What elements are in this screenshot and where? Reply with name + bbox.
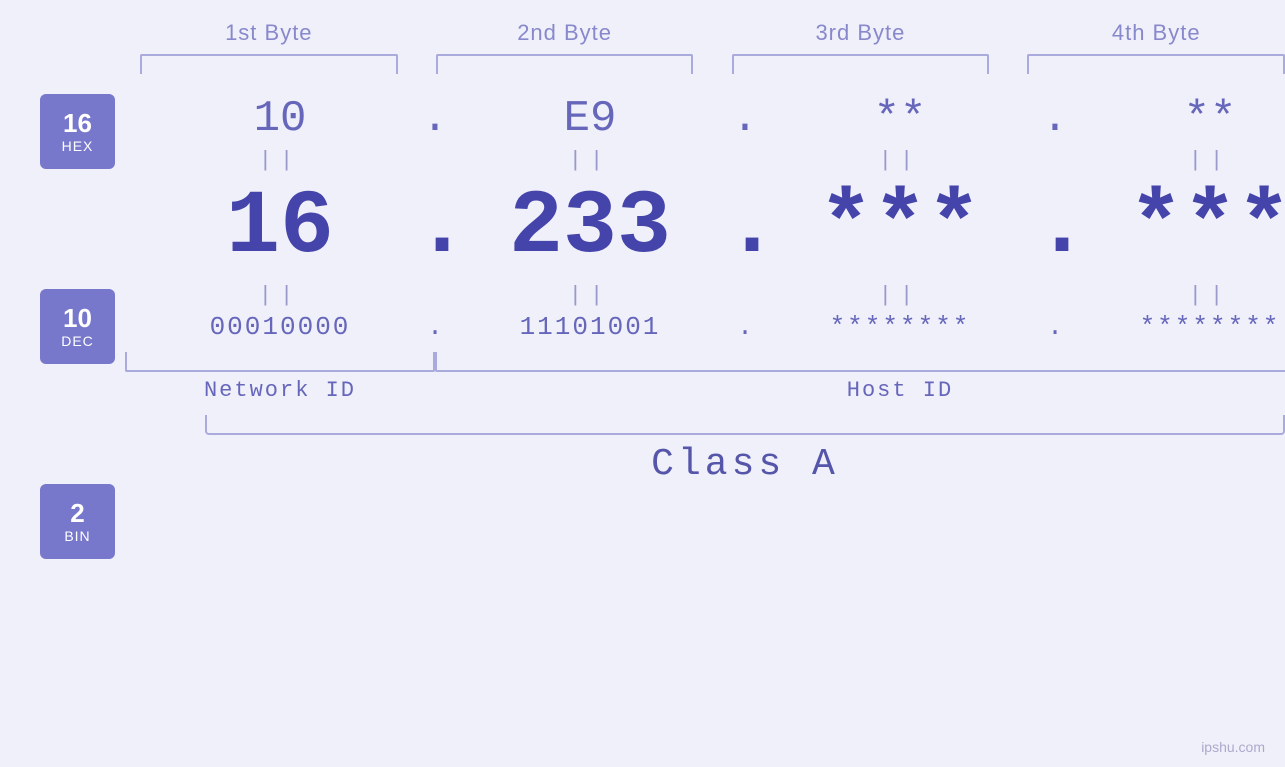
hex-byte3: ** bbox=[765, 94, 1035, 144]
dec-byte4: *** bbox=[1075, 183, 1285, 273]
byte4-header: 4th Byte bbox=[1027, 20, 1285, 46]
hex-byte1: 10 bbox=[145, 94, 415, 144]
top-brackets bbox=[0, 54, 1285, 74]
bin-badge-number: 2 bbox=[70, 499, 84, 528]
host-bottom-bracket bbox=[435, 352, 1285, 372]
bin-dot3: . bbox=[1035, 312, 1075, 342]
outer-bracket-container: Class A bbox=[205, 415, 1285, 486]
dec-byte3: *** bbox=[765, 183, 1035, 273]
dec-dot1: . bbox=[415, 177, 455, 279]
bin-byte2: 11101001 bbox=[455, 312, 725, 342]
hex-badge-number: 16 bbox=[63, 109, 92, 138]
bottom-brackets bbox=[125, 352, 1285, 372]
bin-byte1: 00010000 bbox=[145, 312, 415, 342]
hex-byte4: ** bbox=[1075, 94, 1285, 144]
hex-badge: 16 HEX bbox=[40, 94, 115, 169]
dec-badge-label: DEC bbox=[61, 333, 94, 349]
byte2-header: 2nd Byte bbox=[436, 20, 694, 46]
main-container: 1st Byte 2nd Byte 3rd Byte 4th Byte 16 H… bbox=[0, 0, 1285, 767]
eq1-b1: || bbox=[145, 148, 415, 173]
main-content: 16 HEX 10 DEC 2 BIN 10 . E9 . ** . ** bbox=[0, 94, 1285, 559]
badges-column: 16 HEX 10 DEC 2 BIN bbox=[40, 94, 115, 559]
eq2-b4: || bbox=[1075, 283, 1285, 308]
dec-dot2: . bbox=[725, 177, 765, 279]
bin-byte3: ******** bbox=[765, 312, 1035, 342]
bracket-byte1 bbox=[140, 54, 398, 74]
network-bottom-bracket bbox=[125, 352, 435, 372]
bin-byte4: ******** bbox=[1075, 312, 1285, 342]
data-section: 10 . E9 . ** . ** || || || || 16 bbox=[125, 94, 1285, 486]
hex-dot1: . bbox=[415, 94, 455, 144]
hex-data-row: 10 . E9 . ** . ** bbox=[125, 94, 1285, 144]
dec-badge: 10 DEC bbox=[40, 289, 115, 364]
bin-dot1: . bbox=[415, 312, 455, 342]
bracket-byte3 bbox=[732, 54, 990, 74]
hex-dot3: . bbox=[1035, 94, 1075, 144]
network-id-label: Network ID bbox=[125, 378, 435, 403]
bracket-byte4 bbox=[1027, 54, 1285, 74]
bin-badge-label: BIN bbox=[64, 528, 90, 544]
equals-row-1: || || || || bbox=[125, 148, 1285, 173]
eq2-b3: || bbox=[765, 283, 1035, 308]
network-host-labels: Network ID Host ID bbox=[125, 378, 1285, 403]
bin-dot2: . bbox=[725, 312, 765, 342]
hex-dot2: . bbox=[725, 94, 765, 144]
byte3-header: 3rd Byte bbox=[732, 20, 990, 46]
watermark: ipshu.com bbox=[1201, 739, 1265, 755]
outer-bottom-bracket bbox=[205, 415, 1285, 435]
eq1-b4: || bbox=[1075, 148, 1285, 173]
dec-byte2: 233 bbox=[455, 183, 725, 273]
eq2-b1: || bbox=[145, 283, 415, 308]
byte1-header: 1st Byte bbox=[140, 20, 398, 46]
dec-byte1: 16 bbox=[145, 183, 415, 273]
hex-byte2: E9 bbox=[455, 94, 725, 144]
hex-badge-label: HEX bbox=[62, 138, 94, 154]
host-id-label: Host ID bbox=[435, 378, 1285, 403]
bracket-byte2 bbox=[436, 54, 694, 74]
bin-badge: 2 BIN bbox=[40, 484, 115, 559]
dec-data-row: 16 . 233 . *** . *** bbox=[125, 177, 1285, 279]
dec-dot3: . bbox=[1035, 177, 1075, 279]
bin-data-row: 00010000 . 11101001 . ******** . *******… bbox=[125, 312, 1285, 342]
class-label: Class A bbox=[205, 443, 1285, 486]
eq1-b2: || bbox=[455, 148, 725, 173]
eq2-b2: || bbox=[455, 283, 725, 308]
dec-badge-number: 10 bbox=[63, 304, 92, 333]
eq1-b3: || bbox=[765, 148, 1035, 173]
equals-row-2: || || || || bbox=[125, 283, 1285, 308]
byte-headers-row: 1st Byte 2nd Byte 3rd Byte 4th Byte bbox=[0, 20, 1285, 46]
